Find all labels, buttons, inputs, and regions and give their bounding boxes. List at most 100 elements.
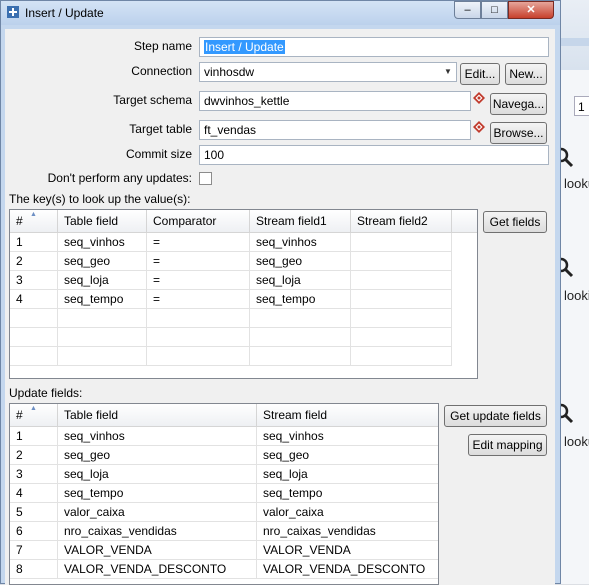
background-app-field[interactable]: 1 bbox=[574, 96, 589, 116]
keys-table-header: # ▲ Table field Comparator Stream field1… bbox=[10, 210, 477, 233]
row-number: 3 bbox=[10, 271, 58, 290]
keys-table: # ▲ Table field Comparator Stream field1… bbox=[9, 209, 478, 379]
background-step-label: looki bbox=[564, 288, 589, 303]
variable-icon bbox=[473, 92, 485, 104]
column-header[interactable]: Table field bbox=[58, 210, 147, 232]
connection-value: vinhosdw bbox=[204, 65, 255, 79]
commit-size-value: 100 bbox=[204, 148, 225, 162]
stream-field-cell[interactable]: nro_caixas_vendidas bbox=[257, 522, 438, 541]
stream-field-cell[interactable]: seq_tempo bbox=[257, 484, 438, 503]
step-name-label: Step name bbox=[133, 39, 192, 53]
connection-label: Connection bbox=[131, 64, 192, 78]
maximize-button[interactable]: □ bbox=[481, 1, 508, 19]
stream-field1-cell[interactable]: seq_loja bbox=[250, 271, 351, 290]
title-bar[interactable]: Insert / Update ‒ □ ✕ bbox=[1, 1, 560, 25]
table-field-cell[interactable]: seq_geo bbox=[58, 446, 257, 465]
stream-field2-cell[interactable] bbox=[351, 233, 452, 252]
stream-field-cell[interactable]: VALOR_VENDA bbox=[257, 541, 438, 560]
stream-field-cell[interactable]: seq_loja bbox=[257, 465, 438, 484]
commit-size-label: Commit size bbox=[125, 147, 192, 161]
stream-field-cell[interactable]: VALOR_VENDA_DESCONTO bbox=[257, 560, 438, 579]
target-schema-value: dwvinhos_kettle bbox=[204, 94, 290, 108]
variable-icon bbox=[473, 121, 485, 133]
minimize-button[interactable]: ‒ bbox=[454, 1, 481, 19]
stream-field1-cell[interactable]: seq_vinhos bbox=[250, 233, 351, 252]
table-field-cell[interactable]: seq_vinhos bbox=[58, 427, 257, 446]
edit-mapping-button[interactable]: Edit mapping bbox=[468, 434, 547, 456]
no-updates-label: Don't perform any updates: bbox=[47, 171, 192, 185]
step-name-value: Insert / Update bbox=[204, 40, 285, 54]
column-header[interactable]: Stream field1 bbox=[250, 210, 351, 232]
browse-schema-button[interactable]: Navega... bbox=[490, 93, 547, 115]
comparator-cell[interactable]: = bbox=[147, 290, 250, 309]
row-number: 1 bbox=[10, 427, 58, 446]
update-table: # ▲ Table field Stream field 1 seq_vinho… bbox=[9, 403, 439, 585]
stream-field2-cell[interactable] bbox=[351, 290, 452, 309]
maximize-icon: □ bbox=[491, 4, 498, 16]
table-field-cell[interactable]: valor_caixa bbox=[58, 503, 257, 522]
row-number: 2 bbox=[10, 446, 58, 465]
row-number: 7 bbox=[10, 541, 58, 560]
column-header[interactable]: Table field bbox=[58, 404, 257, 426]
insert-update-dialog: Insert / Update ‒ □ ✕ Step name Insert /… bbox=[0, 0, 561, 585]
close-icon: ✕ bbox=[526, 4, 536, 16]
table-field-cell[interactable]: seq_tempo bbox=[58, 290, 147, 309]
edit-connection-button[interactable]: Edit... bbox=[460, 63, 500, 85]
target-table-value: ft_vendas bbox=[204, 123, 257, 137]
column-header[interactable]: Stream field bbox=[257, 404, 438, 426]
sort-ascending-icon: ▲ bbox=[30, 405, 37, 412]
window-title: Insert / Update bbox=[25, 6, 104, 20]
table-field-cell[interactable]: VALOR_VENDA bbox=[58, 541, 257, 560]
chevron-down-icon[interactable]: ▼ bbox=[440, 63, 456, 81]
update-section-label: Update fields: bbox=[9, 386, 83, 400]
stream-field-cell[interactable]: seq_geo bbox=[257, 446, 438, 465]
sort-ascending-icon: ▲ bbox=[30, 211, 37, 218]
target-schema-input[interactable]: dwvinhos_kettle bbox=[199, 91, 471, 111]
no-updates-checkbox[interactable] bbox=[199, 172, 212, 185]
column-header[interactable]: Comparator bbox=[147, 210, 250, 232]
update-table-header: # ▲ Table field Stream field bbox=[10, 404, 438, 427]
comparator-cell[interactable]: = bbox=[147, 252, 250, 271]
row-number: 4 bbox=[10, 290, 58, 309]
table-field-cell[interactable]: seq_geo bbox=[58, 252, 147, 271]
connection-select[interactable]: vinhosdw ▼ bbox=[199, 62, 457, 82]
stream-field-cell[interactable]: valor_caixa bbox=[257, 503, 438, 522]
table-field-cell[interactable]: seq_loja bbox=[58, 465, 257, 484]
stream-field-cell[interactable]: seq_vinhos bbox=[257, 427, 438, 446]
table-field-cell[interactable]: VALOR_VENDA_DESCONTO bbox=[58, 560, 257, 579]
row-number: 4 bbox=[10, 484, 58, 503]
close-button[interactable]: ✕ bbox=[508, 1, 554, 19]
table-field-cell[interactable]: seq_vinhos bbox=[58, 233, 147, 252]
browse-table-button[interactable]: Browse... bbox=[490, 122, 547, 144]
minimize-icon: ‒ bbox=[464, 4, 471, 16]
comparator-cell[interactable]: = bbox=[147, 233, 250, 252]
stream-field1-cell[interactable]: seq_tempo bbox=[250, 290, 351, 309]
row-number: 6 bbox=[10, 522, 58, 541]
table-field-cell[interactable]: seq_loja bbox=[58, 271, 147, 290]
column-header[interactable]: Stream field2 bbox=[351, 210, 452, 232]
row-number: 1 bbox=[10, 233, 58, 252]
comparator-cell[interactable]: = bbox=[147, 271, 250, 290]
get-update-fields-button[interactable]: Get update fields bbox=[444, 405, 547, 427]
table-field-cell[interactable]: seq_tempo bbox=[58, 484, 257, 503]
keys-section-label: The key(s) to look up the value(s): bbox=[9, 192, 191, 206]
background-step-label: looku bbox=[564, 176, 589, 191]
row-number: 2 bbox=[10, 252, 58, 271]
step-name-input[interactable]: Insert / Update bbox=[199, 37, 549, 57]
stream-field2-cell[interactable] bbox=[351, 271, 452, 290]
target-table-input[interactable]: ft_vendas bbox=[199, 120, 471, 140]
stream-field2-cell[interactable] bbox=[351, 252, 452, 271]
new-connection-button[interactable]: New... bbox=[505, 63, 547, 85]
column-header-filler bbox=[452, 210, 477, 232]
commit-size-input[interactable]: 100 bbox=[199, 145, 549, 165]
row-number: 8 bbox=[10, 560, 58, 579]
row-number: 3 bbox=[10, 465, 58, 484]
background-step-label: looku bbox=[564, 434, 589, 449]
target-schema-label: Target schema bbox=[113, 93, 192, 107]
insert-update-icon bbox=[7, 6, 19, 18]
table-field-cell[interactable]: nro_caixas_vendidas bbox=[58, 522, 257, 541]
get-fields-button[interactable]: Get fields bbox=[483, 211, 547, 233]
row-number: 5 bbox=[10, 503, 58, 522]
target-table-label: Target table bbox=[129, 122, 192, 136]
stream-field1-cell[interactable]: seq_geo bbox=[250, 252, 351, 271]
